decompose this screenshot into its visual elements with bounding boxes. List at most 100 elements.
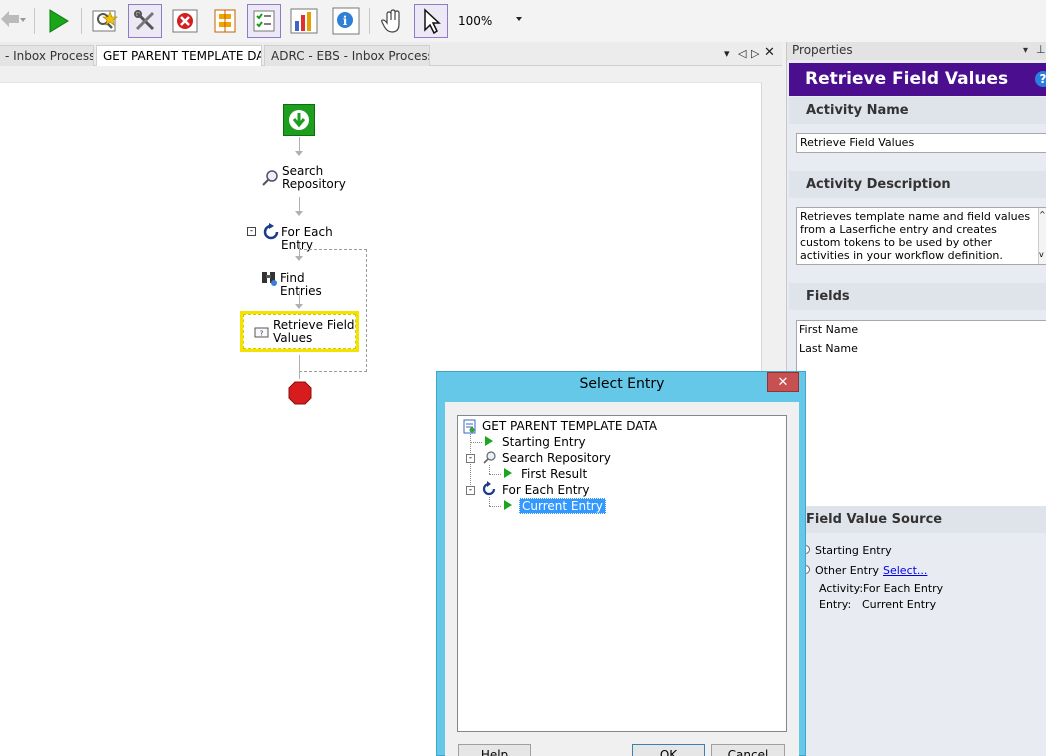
tree-connector bbox=[489, 474, 501, 475]
properties-title-bar: Properties ▾ ⊥ bbox=[787, 42, 1046, 60]
run-icon bbox=[49, 9, 69, 33]
stop-button[interactable] bbox=[168, 4, 202, 38]
zoom-level[interactable]: 100% bbox=[458, 14, 492, 28]
magnifier-icon bbox=[483, 451, 496, 464]
collapse-toggle-icon[interactable]: - bbox=[247, 227, 256, 236]
tree-item-root[interactable]: GET PARENT TEMPLATE DATA bbox=[482, 419, 657, 433]
magnifier-icon bbox=[262, 170, 278, 186]
fields-list[interactable]: First Name Last Name bbox=[796, 320, 1046, 508]
report-button[interactable] bbox=[287, 4, 321, 38]
dialog-close-button[interactable]: ✕ bbox=[767, 372, 799, 392]
connector-line bbox=[299, 355, 300, 379]
find-icon bbox=[92, 10, 118, 32]
stop-icon bbox=[172, 9, 198, 33]
info-button[interactable]: i bbox=[329, 4, 363, 38]
field-item-last-name[interactable]: Last Name bbox=[799, 342, 858, 355]
tools-icon bbox=[134, 10, 155, 31]
workflow-definition-icon bbox=[463, 419, 476, 434]
properties-panel: Properties ▾ ⊥ Retrieve Field Values ? A… bbox=[786, 42, 1046, 756]
pan-button[interactable] bbox=[375, 4, 409, 38]
entry-value: Current Entry bbox=[862, 598, 937, 611]
activity-description-input[interactable]: Retrieves template name and field values… bbox=[796, 207, 1046, 265]
field-value-source-section[interactable]: Field Value Source bbox=[789, 506, 1046, 533]
activity-description-section[interactable]: Activity Description bbox=[789, 171, 1046, 198]
activity-name-section[interactable]: Activity Name bbox=[789, 97, 1046, 124]
retrieve-field-values-icon: ? bbox=[254, 327, 269, 338]
stop-sign-icon bbox=[288, 381, 312, 405]
checklist-button[interactable] bbox=[247, 4, 281, 38]
tab-close-icon[interactable]: ✕ bbox=[764, 45, 775, 60]
entry-label: Entry: bbox=[819, 598, 852, 611]
activity-search-repository[interactable]: Search Repository bbox=[262, 165, 346, 193]
dialog-title: Select Entry bbox=[579, 376, 665, 392]
fields-section[interactable]: Fields bbox=[789, 283, 1046, 310]
activity-name-input[interactable]: Retrieve Field Values bbox=[796, 133, 1046, 153]
end-node[interactable] bbox=[288, 381, 312, 405]
properties-header: Retrieve Field Values ? bbox=[789, 63, 1046, 96]
activity-find-entries[interactable]: Find Entries bbox=[260, 269, 350, 298]
report-icon bbox=[290, 8, 318, 34]
tab-adrc-ebs-inbox-processing[interactable]: ADRC - EBS - Inbox Processi... bbox=[264, 45, 430, 66]
find-button[interactable] bbox=[88, 4, 122, 38]
info-icon: i bbox=[332, 7, 360, 35]
tree-connector bbox=[489, 497, 490, 506]
other-entry-label[interactable]: Other Entry bbox=[815, 564, 879, 577]
tab-scroll-left-icon[interactable]: ◁ bbox=[738, 47, 746, 60]
binoculars-icon bbox=[262, 272, 277, 286]
tree-item-starting-entry[interactable]: Starting Entry bbox=[502, 435, 586, 449]
tab-get-parent-template-data[interactable]: GET PARENT TEMPLATE DA... bbox=[96, 45, 262, 66]
tree-connector bbox=[489, 506, 501, 507]
description-scrollbar[interactable]: ^ v bbox=[1038, 208, 1046, 264]
svg-text:i: i bbox=[343, 14, 348, 28]
tree-item-for-each-entry[interactable]: For Each Entry bbox=[502, 483, 589, 497]
tree-connector bbox=[470, 442, 482, 443]
pointer-icon bbox=[424, 8, 441, 34]
scroll-down-icon[interactable]: v bbox=[1039, 250, 1044, 259]
select-entry-link[interactable]: Select... bbox=[883, 564, 927, 577]
compare-button[interactable] bbox=[208, 4, 242, 38]
tools-button[interactable] bbox=[128, 4, 162, 38]
tab-inbox-processing[interactable]: - Inbox Processi... bbox=[0, 45, 94, 66]
tree-item-current-entry[interactable]: Current Entry bbox=[519, 498, 606, 514]
tab-list-icon[interactable]: ▾ bbox=[724, 47, 730, 60]
tree-item-search-repository[interactable]: Search Repository bbox=[502, 451, 611, 465]
activity-type-title: Retrieve Field Values bbox=[805, 69, 1009, 89]
connector-arrow bbox=[295, 256, 303, 261]
tree-collapse-icon[interactable]: - bbox=[466, 454, 475, 463]
connector-arrow bbox=[295, 304, 303, 309]
start-icon bbox=[289, 110, 309, 130]
panel-menu-icon[interactable]: ▾ bbox=[1023, 42, 1028, 59]
tree-item-first-result[interactable]: First Result bbox=[521, 467, 587, 481]
entry-arrow-icon bbox=[485, 436, 493, 446]
pan-hand-icon bbox=[381, 9, 400, 33]
start-node[interactable] bbox=[283, 104, 315, 136]
starting-entry-label[interactable]: Starting Entry bbox=[815, 544, 892, 557]
entry-tree[interactable]: GET PARENT TEMPLATE DATA Starting Entry … bbox=[457, 415, 787, 732]
pointer-button[interactable] bbox=[414, 4, 448, 38]
scroll-up-icon[interactable]: ^ bbox=[1039, 210, 1046, 219]
loop-icon bbox=[263, 223, 279, 240]
toolbar-separator bbox=[81, 8, 82, 34]
connector-line bbox=[299, 291, 300, 305]
tab-scroll-right-icon[interactable]: ▷ bbox=[751, 47, 759, 60]
ok-button[interactable]: OK bbox=[632, 744, 705, 756]
connector-line bbox=[299, 243, 300, 257]
activity-label: Repository bbox=[282, 177, 346, 191]
tree-collapse-icon[interactable]: - bbox=[466, 486, 475, 495]
dialog-body: GET PARENT TEMPLATE DATA Starting Entry … bbox=[445, 402, 799, 756]
activity-label: Values bbox=[273, 331, 313, 345]
entry-arrow-icon bbox=[504, 500, 512, 510]
field-item-first-name[interactable]: First Name bbox=[799, 323, 858, 336]
run-button[interactable] bbox=[41, 4, 75, 38]
activity-value: For Each Entry bbox=[863, 582, 944, 595]
activity-label: Find Entries bbox=[280, 271, 322, 298]
cancel-button[interactable]: Cancel bbox=[711, 744, 785, 756]
activity-retrieve-field-values[interactable]: ? Retrieve Field Values bbox=[240, 311, 359, 352]
entry-arrow-icon bbox=[504, 468, 512, 478]
help-icon[interactable]: ? bbox=[1035, 71, 1046, 87]
zoom-dropdown-arrow[interactable] bbox=[516, 17, 522, 21]
help-button[interactable]: Help bbox=[458, 744, 531, 756]
panel-pin-icon[interactable]: ⊥ bbox=[1036, 41, 1046, 58]
activity-for-each-entry[interactable]: For Each Entry bbox=[262, 223, 362, 252]
back-dropdown-arrow[interactable] bbox=[20, 18, 26, 22]
